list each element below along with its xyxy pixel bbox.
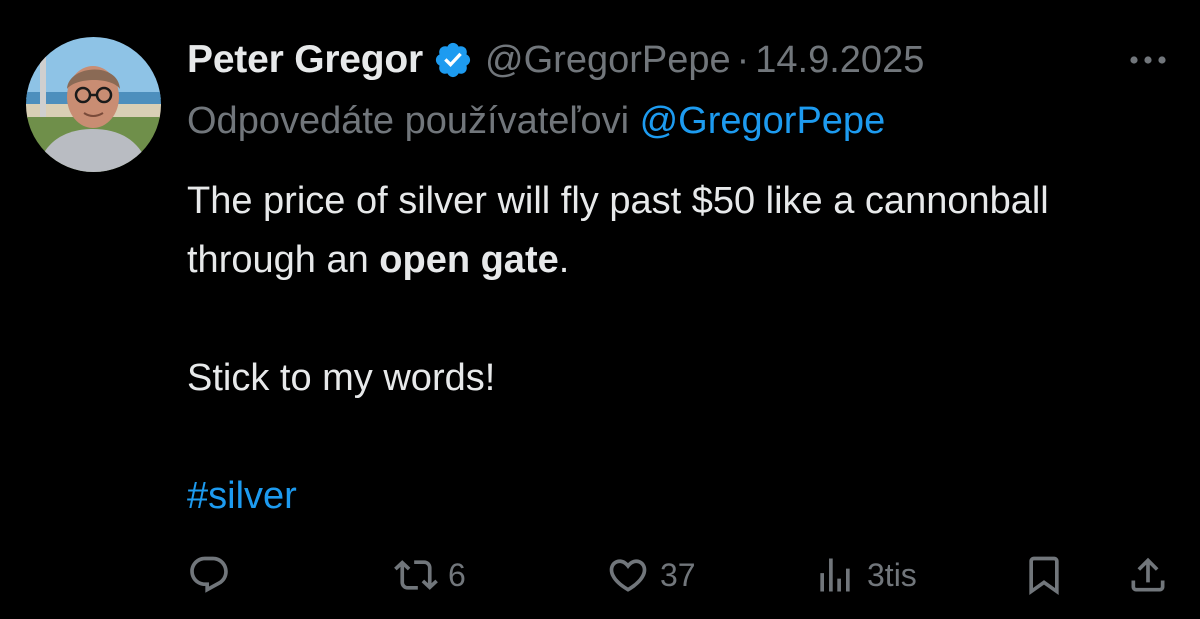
heart-icon bbox=[606, 553, 650, 597]
tweet-text-bold: open gate bbox=[379, 239, 559, 281]
tweet-paragraph-2: Stick to my words! bbox=[187, 357, 496, 399]
more-options-icon[interactable] bbox=[1126, 50, 1170, 70]
replying-to-label: Odpovedáte používateľovi bbox=[187, 100, 630, 142]
bookmark-icon bbox=[1022, 553, 1066, 597]
replying-to-mention[interactable]: @GregorPepe bbox=[640, 100, 886, 142]
tweet-text-part: The price of silver will fly past $50 li… bbox=[187, 180, 1049, 281]
views-button[interactable]: 3tis bbox=[813, 548, 917, 602]
bookmark-button[interactable] bbox=[1022, 548, 1066, 602]
repost-icon bbox=[394, 553, 438, 597]
handle[interactable]: @GregorPepe bbox=[485, 39, 731, 82]
repost-button[interactable]: 6 bbox=[394, 548, 466, 602]
repost-count: 6 bbox=[448, 556, 466, 593]
like-count: 37 bbox=[660, 556, 696, 593]
views-count: 3tis bbox=[867, 556, 917, 593]
tweet[interactable]: Peter Gregor @GregorPepe · 14.9.2025 Odp… bbox=[0, 0, 1200, 619]
replying-to: Odpovedáte používateľovi @GregorPepe bbox=[187, 100, 885, 143]
display-name[interactable]: Peter Gregor bbox=[187, 38, 423, 82]
tweet-header: Peter Gregor @GregorPepe · 14.9.2025 bbox=[187, 34, 924, 86]
separator-dot: · bbox=[736, 38, 750, 81]
action-bar: 6 37 3tis bbox=[0, 548, 1200, 602]
avatar[interactable] bbox=[26, 37, 161, 172]
verified-badge-icon[interactable] bbox=[433, 40, 473, 80]
tweet-paragraph-1: The price of silver will fly past $50 li… bbox=[187, 172, 1147, 290]
reply-icon bbox=[187, 553, 231, 597]
share-button[interactable] bbox=[1126, 548, 1170, 602]
hashtag-link[interactable]: #silver bbox=[187, 475, 297, 517]
tweet-text-part: . bbox=[558, 239, 570, 281]
like-button[interactable]: 37 bbox=[606, 548, 696, 602]
share-icon bbox=[1126, 553, 1170, 597]
tweet-text: The price of silver will fly past $50 li… bbox=[187, 172, 1147, 526]
timestamp[interactable]: 14.9.2025 bbox=[755, 39, 924, 82]
analytics-icon bbox=[813, 553, 857, 597]
reply-button[interactable] bbox=[187, 548, 231, 602]
